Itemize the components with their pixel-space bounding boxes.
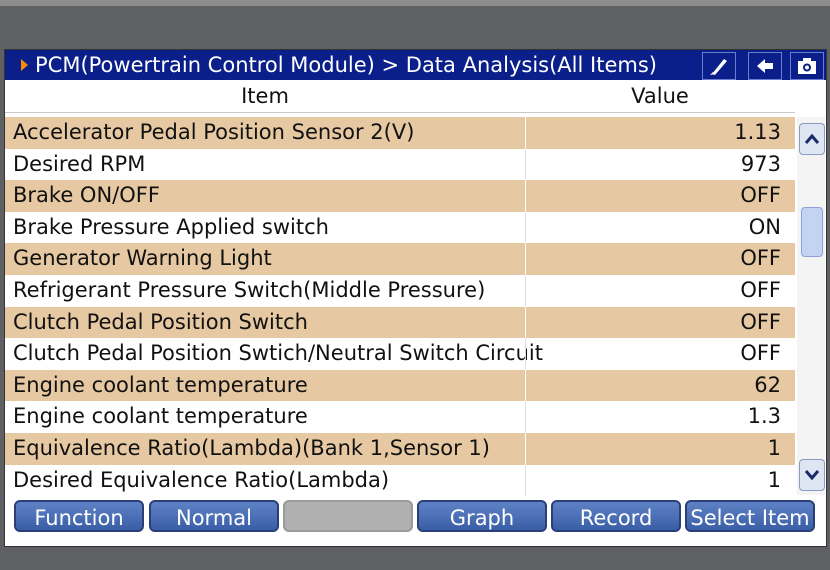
row-item-name: Desired Equivalence Ratio(Lambda)	[13, 467, 390, 492]
camera-button[interactable]	[790, 52, 824, 80]
scroll-down-button[interactable]	[799, 459, 825, 491]
row-item-name: Equivalence Ratio(Lambda)(Bank 1,Sensor …	[13, 435, 490, 460]
column-divider	[525, 369, 526, 402]
function-key-bar: Function Normal Graph Record Select Item	[4, 497, 825, 541]
column-divider	[525, 401, 526, 433]
row-value: OFF	[740, 341, 781, 366]
table-row[interactable]: Refrigerant Pressure Switch(Middle Press…	[5, 274, 795, 307]
row-value: 1.13	[734, 120, 781, 144]
data-analysis-window: PCM(Powertrain Control Module) > Data An…	[4, 49, 827, 547]
column-divider	[525, 274, 526, 307]
normal-button[interactable]: Normal	[149, 500, 279, 532]
paint-brush-button[interactable]	[702, 52, 736, 80]
chevron-down-icon	[804, 470, 820, 481]
column-header-value[interactable]: Value	[525, 80, 795, 112]
back-button[interactable]	[748, 52, 782, 80]
chevron-up-icon	[804, 133, 820, 144]
row-item-name: Brake ON/OFF	[13, 183, 160, 208]
vertical-scrollbar[interactable]	[797, 117, 825, 495]
column-divider	[525, 338, 526, 370]
row-item-name: Clutch Pedal Position Swtich/Neutral Swi…	[13, 341, 543, 366]
top-strip	[0, 0, 830, 6]
table-row[interactable]: Desired Equivalence Ratio(Lambda) 1	[5, 464, 795, 497]
empty-button	[283, 500, 413, 532]
table-row[interactable]: Clutch Pedal Position Switch OFF	[5, 306, 795, 339]
row-item-name: Generator Warning Light	[13, 246, 272, 271]
row-value: ON	[748, 214, 781, 239]
row-value: OFF	[740, 277, 781, 302]
column-divider	[525, 432, 526, 465]
table-row[interactable]: Desired RPM 973	[5, 148, 795, 181]
camera-icon	[798, 58, 816, 74]
data-table: Accelerator Pedal Position Sensor 2(V) 1…	[5, 117, 795, 497]
record-button[interactable]: Record	[551, 500, 681, 532]
graph-button[interactable]: Graph	[417, 500, 547, 532]
row-value: 1.3	[747, 404, 781, 429]
window-title: PCM(Powertrain Control Module) > Data An…	[35, 53, 657, 77]
title-bar: PCM(Powertrain Control Module) > Data An…	[5, 50, 826, 80]
row-value: OFF	[740, 246, 781, 271]
table-row[interactable]: Brake Pressure Applied switch ON	[5, 211, 795, 244]
column-divider	[525, 211, 526, 244]
row-value: 1	[767, 435, 781, 460]
select-item-button[interactable]: Select Item	[685, 500, 815, 532]
column-divider	[525, 180, 526, 212]
column-divider	[525, 464, 526, 497]
row-item-name: Desired RPM	[13, 151, 146, 176]
row-item-name: Accelerator Pedal Position Sensor 2(V)	[13, 120, 415, 144]
scroll-thumb[interactable]	[801, 207, 823, 257]
table-row[interactable]: Engine coolant temperature 62	[5, 369, 795, 402]
scroll-up-button[interactable]	[799, 123, 825, 155]
column-divider	[525, 148, 526, 181]
row-item-name: Refrigerant Pressure Switch(Middle Press…	[13, 277, 486, 302]
row-value: 1	[767, 467, 781, 492]
row-item-name: Engine coolant temperature	[13, 404, 308, 429]
column-divider	[525, 243, 526, 275]
row-value: OFF	[740, 309, 781, 334]
table-row[interactable]: Generator Warning Light OFF	[5, 243, 795, 275]
table-row[interactable]: Clutch Pedal Position Swtich/Neutral Swi…	[5, 338, 795, 370]
column-divider	[525, 306, 526, 339]
row-value: 973	[740, 151, 781, 176]
paint-brush-icon	[710, 59, 727, 75]
table-row[interactable]: Equivalence Ratio(Lambda)(Bank 1,Sensor …	[5, 432, 795, 465]
row-item-name: Brake Pressure Applied switch	[13, 214, 329, 239]
table-header: Item Value	[5, 80, 795, 113]
table-row[interactable]: Accelerator Pedal Position Sensor 2(V) 1…	[5, 117, 795, 149]
back-arrow-icon	[757, 59, 773, 73]
row-item-name: Clutch Pedal Position Switch	[13, 309, 308, 334]
function-button[interactable]: Function	[14, 500, 144, 532]
table-row[interactable]: Brake ON/OFF OFF	[5, 180, 795, 212]
row-item-name: Engine coolant temperature	[13, 372, 308, 397]
column-header-item[interactable]: Item	[5, 80, 525, 112]
row-value: 62	[754, 372, 781, 397]
column-divider	[525, 117, 526, 149]
table-row[interactable]: Engine coolant temperature 1.3	[5, 401, 795, 433]
breadcrumb-arrow-icon	[21, 59, 28, 71]
row-value: OFF	[740, 183, 781, 208]
